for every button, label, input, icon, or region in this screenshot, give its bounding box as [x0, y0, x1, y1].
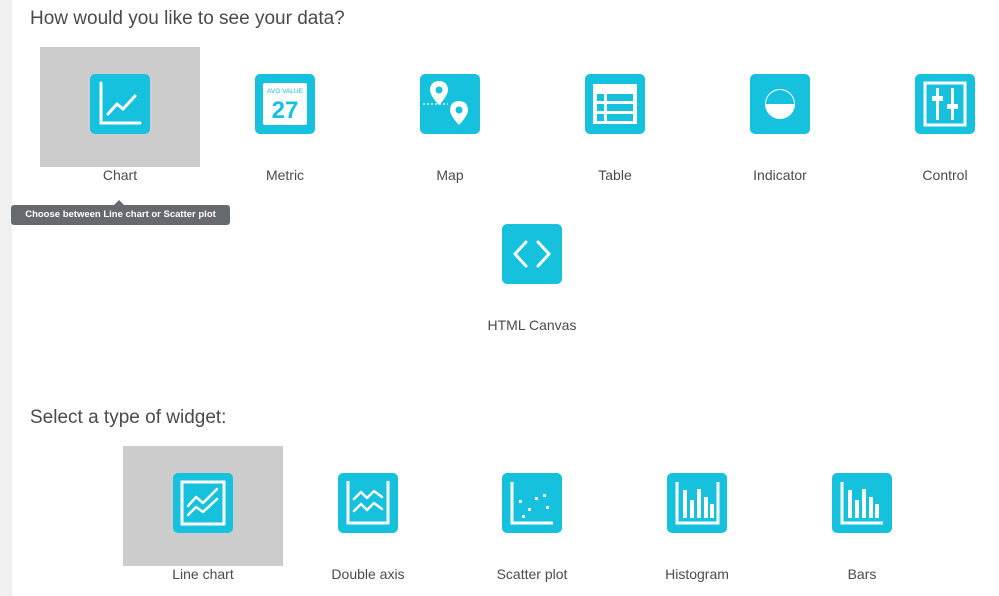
widget-bars[interactable]: Bars — [782, 446, 942, 582]
widget-type-heading: Select a type of widget: — [30, 407, 227, 428]
data-view-heading: How would you like to see your data? — [30, 8, 345, 29]
option-map[interactable]: Map — [370, 47, 530, 183]
map-pin-icon — [420, 74, 480, 134]
metric-icon: AVG VALUE 27 — [255, 74, 315, 134]
widget-bars-label: Bars — [847, 566, 877, 582]
line-chart-icon — [90, 74, 150, 134]
option-metric[interactable]: AVG VALUE 27 Metric — [205, 47, 365, 183]
option-table[interactable]: Table — [535, 47, 695, 183]
option-indicator[interactable]: Indicator — [700, 47, 860, 183]
widget-histogram[interactable]: Histogram — [617, 446, 777, 582]
tooltip-arrow — [114, 200, 124, 205]
bars-icon — [832, 473, 892, 533]
indicator-icon — [750, 74, 810, 134]
option-control[interactable]: Control — [865, 47, 999, 183]
table-icon — [585, 74, 645, 134]
widget-double-axis[interactable]: Double axis — [288, 446, 448, 582]
line-chart-icon — [173, 473, 233, 533]
tooltip-text: Choose between Line chart or Scatter plo… — [25, 209, 216, 220]
histogram-icon — [667, 473, 727, 533]
code-brackets-icon — [502, 224, 562, 284]
widget-line-chart[interactable]: Line chart — [123, 446, 283, 582]
option-chart[interactable]: Chart — [40, 47, 200, 183]
metric-icon-caption: AVG VALUE — [267, 88, 304, 95]
double-axis-icon — [338, 473, 398, 533]
control-sliders-icon — [915, 74, 975, 134]
scatter-plot-icon — [502, 473, 562, 533]
option-control-label: Control — [922, 167, 968, 183]
chart-tooltip: Choose between Line chart or Scatter plo… — [11, 200, 230, 225]
option-html-canvas[interactable]: HTML Canvas — [452, 197, 612, 333]
option-html-canvas-label: HTML Canvas — [487, 317, 577, 333]
widget-scatter-plot[interactable]: Scatter plot — [452, 446, 612, 582]
metric-icon-value: 27 — [272, 97, 299, 124]
left-border — [0, 0, 12, 596]
